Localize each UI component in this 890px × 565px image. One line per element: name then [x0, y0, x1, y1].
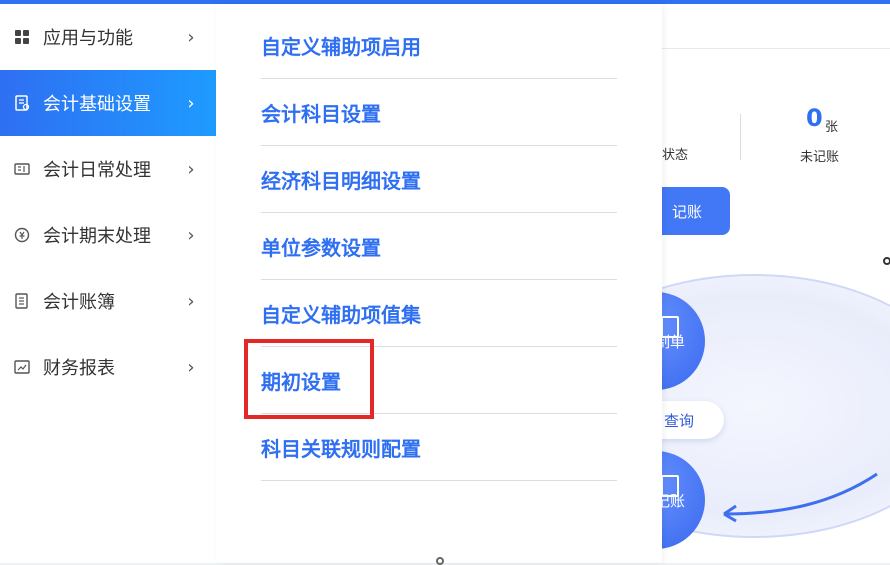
submenu-item-economic-account-detail[interactable]: 经济科目明细设置 — [261, 147, 617, 213]
sidebar-item-daily-processing[interactable]: 会计日常处理 › — [0, 136, 216, 202]
submenu-item-opening-setup[interactable]: 期初设置 — [261, 348, 617, 414]
sidebar-item-financial-reports[interactable]: 财务报表 › — [0, 334, 216, 400]
stat-divider — [740, 114, 741, 160]
submenu-item-label: 经济科目明细设置 — [261, 169, 421, 193]
submenu-item-label: 期初设置 — [261, 370, 341, 394]
voucher-icon — [13, 160, 31, 178]
unrecorded-label: 未记账 — [800, 150, 840, 165]
voucher-icon — [662, 316, 679, 338]
scroll-indicator-icon — [436, 557, 444, 565]
sidebar-item-ledgers[interactable]: 会计账簿 › — [0, 268, 216, 334]
chevron-right-icon: › — [187, 224, 195, 246]
chevron-right-icon: › — [187, 26, 195, 48]
sidebar-item-period-end[interactable]: 会计期末处理 › — [0, 202, 216, 268]
chevron-right-icon: › — [187, 92, 195, 114]
sidebar-item-label: 会计账簿 — [43, 292, 115, 313]
chevron-right-icon: › — [187, 290, 195, 312]
sidebar-item-label: 应用与功能 — [43, 28, 133, 49]
dashboard-background: 状态 0 张 未记账 记账 制单 查询 记账 — [662, 4, 890, 563]
report-icon — [13, 358, 31, 376]
post-icon — [662, 475, 679, 497]
submenu-item-account-setup[interactable]: 会计科目设置 — [261, 80, 617, 146]
sidebar-item-label: 会计日常处理 — [43, 160, 151, 181]
sidebar-item-label: 财务报表 — [43, 358, 115, 379]
submenu-item-unit-parameters[interactable]: 单位参数设置 — [261, 214, 617, 280]
sidebar: 应用与功能 › 会计基础设置 › 会计日常处理 › 会计期末处理 › 会计账簿 … — [0, 4, 216, 563]
status-label: 状态 — [662, 148, 689, 163]
post-button-label: 记账 — [671, 202, 702, 221]
sidebar-item-apps[interactable]: 应用与功能 › — [0, 4, 216, 70]
submenu-panel: 自定义辅助项启用 会计科目设置 经济科目明细设置 单位参数设置 自定义辅助项值集… — [216, 4, 662, 563]
query-label: 查询 — [663, 411, 694, 430]
chevron-right-icon: › — [187, 158, 195, 180]
dashboard-header — [662, 4, 890, 49]
apps-grid-icon — [13, 28, 31, 46]
unrecorded-count: 0 — [806, 104, 823, 132]
ledger-book-icon — [13, 292, 31, 310]
sidebar-item-label: 会计基础设置 — [43, 94, 151, 115]
post-button[interactable]: 记账 — [662, 187, 730, 235]
chevron-right-icon: › — [187, 356, 195, 378]
submenu-item-label: 科目关联规则配置 — [261, 437, 421, 461]
submenu-item-custom-aux-enable[interactable]: 自定义辅助项启用 — [261, 13, 617, 79]
settings-doc-icon — [13, 94, 31, 112]
edge-dot — [883, 257, 890, 265]
query-node[interactable]: 查询 — [662, 401, 724, 439]
submenu-item-label: 会计科目设置 — [261, 102, 381, 126]
submenu-item-label: 单位参数设置 — [261, 236, 381, 260]
period-end-icon — [13, 226, 31, 244]
flow-arrow-icon — [723, 472, 878, 523]
submenu-item-label: 自定义辅助项值集 — [261, 303, 421, 327]
submenu-item-custom-aux-values[interactable]: 自定义辅助项值集 — [261, 281, 617, 347]
submenu-item-label: 自定义辅助项启用 — [261, 35, 421, 59]
unrecorded-unit: 张 — [825, 120, 839, 135]
submenu-item-account-link-rules[interactable]: 科目关联规则配置 — [261, 415, 617, 481]
sidebar-item-label: 会计期末处理 — [43, 226, 151, 247]
sidebar-item-accounting-setup[interactable]: 会计基础设置 › — [0, 70, 216, 136]
